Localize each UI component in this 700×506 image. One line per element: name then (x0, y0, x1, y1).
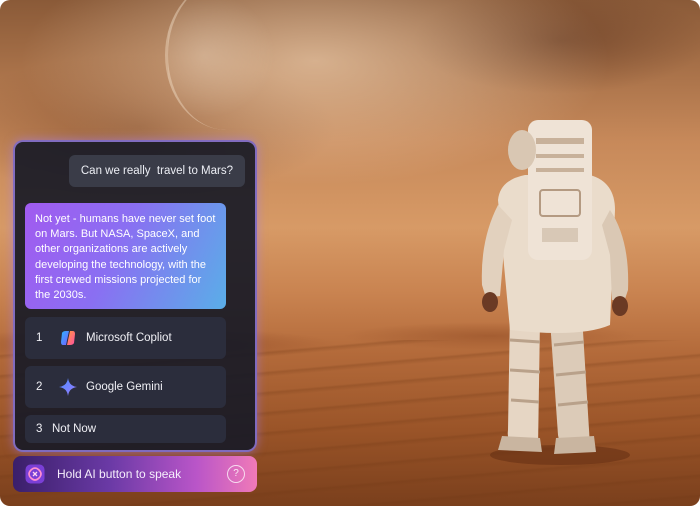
ai-chat-panel: Can we really travel to Mars? Not yet - … (13, 140, 257, 452)
astronaut-figure (481, 120, 630, 465)
ai-response-bubble: Not yet - humans have never set foot on … (25, 203, 226, 309)
option-microsoft-copilot[interactable]: 1 Microsoft Copliot (25, 317, 226, 359)
ai-voice-icon (25, 464, 45, 484)
user-message-bubble: Can we really travel to Mars? (68, 155, 245, 187)
mars-background: Can we really travel to Mars? Not yet - … (0, 0, 700, 506)
option-google-gemini[interactable]: 2 Google Gemini (25, 366, 226, 408)
option-label: Google Gemini (86, 381, 163, 393)
help-icon[interactable]: ? (227, 465, 245, 483)
option-number: 3 (36, 423, 43, 435)
speak-label: Hold AI button to speak (57, 467, 182, 481)
option-label: Not Now (52, 423, 97, 435)
gemini-icon (58, 377, 78, 397)
option-number: 1 (36, 332, 43, 344)
option-label: Microsoft Copliot (86, 332, 172, 344)
planet-silhouette (165, 0, 288, 130)
option-not-now[interactable]: 3 Not Now (25, 415, 226, 443)
hold-to-speak-bar[interactable]: Hold AI button to speak ? (13, 456, 257, 492)
copilot-icon (58, 328, 78, 348)
option-number: 2 (36, 381, 43, 393)
